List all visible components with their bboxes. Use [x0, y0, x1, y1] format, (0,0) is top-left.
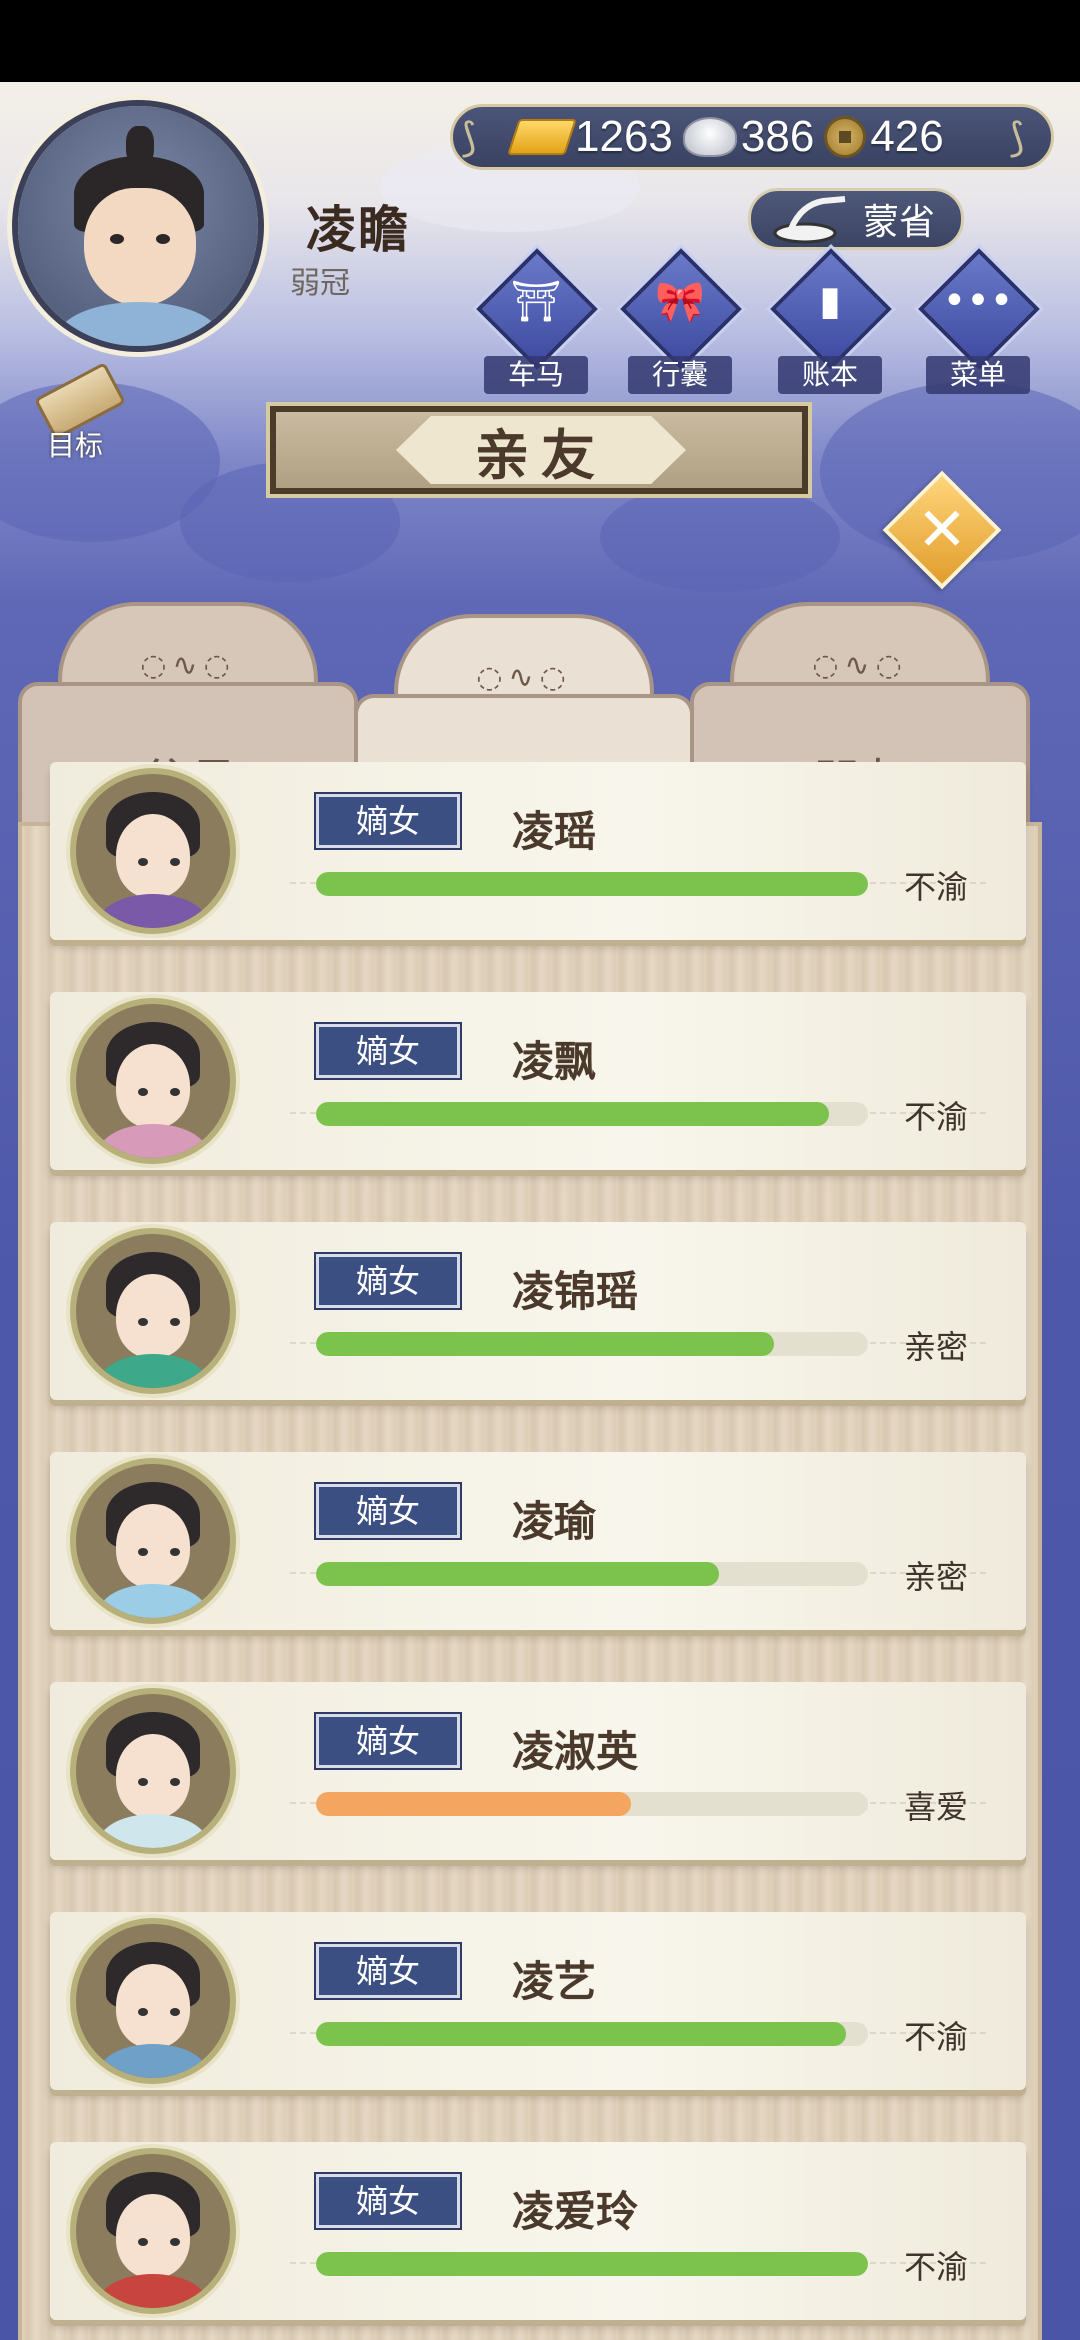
close-icon: ✕: [916, 495, 968, 565]
affection-bar: [316, 872, 868, 896]
game-screen: 凌瞻 弱冠 ⟆ 1263 386 426 ⟆ 蒙省 ⛩ 车马 🎀 行囊 ▮ 账本…: [0, 82, 1080, 2340]
child-name: 凌飘: [512, 1037, 597, 1086]
carriage-label: 车马: [484, 356, 588, 394]
relation-label: 亲密: [904, 1558, 969, 1596]
robe-color: [98, 2274, 208, 2308]
status-badge: 嫡女: [316, 1254, 460, 1308]
cloud-swirl-icon: ◌∿◌: [476, 660, 572, 695]
child-card[interactable]: 嫡女 凌瑜 亲密: [50, 1452, 1026, 1630]
bundle-icon: 🎀: [655, 279, 705, 325]
child-name: 凌瑶: [512, 807, 597, 856]
more-menu-button[interactable]: ••• 菜单: [918, 248, 1040, 402]
child-name: 凌淑英: [512, 1727, 639, 1776]
child-portrait: [70, 1228, 236, 1394]
silver-ingot-icon: [682, 117, 737, 157]
bamboo-icon: ⟆: [1009, 115, 1025, 161]
child-card[interactable]: 嫡女 凌艺 不渝: [50, 1912, 1026, 2090]
relation-label: 不渝: [904, 1098, 969, 1136]
coin-display[interactable]: 426: [824, 112, 944, 162]
robe-color: [98, 1584, 208, 1618]
player-avatar[interactable]: [12, 100, 264, 352]
robe-color: [98, 1124, 208, 1158]
ledger-button[interactable]: ▮ 账本: [770, 248, 892, 402]
child-card[interactable]: 嫡女 凌爱玲 不渝: [50, 2142, 1026, 2320]
child-portrait: [70, 1458, 236, 1624]
relation-label: 喜爱: [904, 1788, 969, 1826]
child-card[interactable]: 嫡女 凌瑶 不渝: [50, 762, 1026, 940]
affection-bar: [316, 1332, 868, 1356]
ledger-icon: ▮: [818, 278, 841, 324]
child-card[interactable]: 嫡女 凌飘 不渝: [50, 992, 1026, 1170]
child-card[interactable]: 嫡女 凌淑英 喜爱: [50, 1682, 1026, 1860]
silver-value: 386: [740, 112, 815, 161]
cloud-decoration: [600, 482, 840, 592]
affection-fill: [316, 2252, 868, 2276]
target-button[interactable]: 目标: [20, 361, 130, 472]
carriage-icon: ⛩: [510, 279, 562, 325]
bamboo-icon: ⟆: [461, 115, 477, 161]
child-name: 凌爱玲: [512, 2187, 639, 2236]
affection-fill: [316, 2022, 846, 2046]
robe-color: [98, 1354, 208, 1388]
affection-bar: [316, 1792, 868, 1816]
target-label: 目标: [46, 429, 103, 462]
carriage-button[interactable]: ⛩ 车马: [476, 248, 598, 402]
ledger-label: 账本: [778, 356, 882, 394]
child-name: 凌锦瑶: [512, 1267, 639, 1316]
child-portrait: [70, 2148, 236, 2314]
robe-color: [98, 2044, 208, 2078]
affection-bar: [316, 1562, 868, 1586]
status-badge: 嫡女: [316, 794, 460, 848]
mengsheng-label: 蒙省: [862, 202, 935, 243]
affection-bar: [316, 1102, 868, 1126]
status-badge: 嫡女: [316, 1714, 460, 1768]
child-name: 凌艺: [512, 1957, 597, 2006]
affection-fill: [316, 1792, 631, 1816]
copper-coin-icon: [824, 116, 867, 158]
page-title: 亲友: [396, 416, 686, 484]
affection-fill: [316, 872, 868, 896]
cloud-swirl-icon: ◌∿◌: [812, 648, 908, 683]
affection-fill: [316, 1562, 719, 1586]
player-title: 弱冠: [290, 266, 350, 301]
relation-label: 不渝: [904, 2248, 969, 2286]
gold-ingot-icon: [507, 119, 577, 155]
child-portrait: [70, 1688, 236, 1854]
affection-fill: [316, 1332, 775, 1356]
bundle-label: 行囊: [628, 356, 732, 394]
affection-bar: [316, 2022, 868, 2046]
status-badge: 嫡女: [316, 1484, 460, 1538]
child-portrait: [70, 768, 236, 934]
player-name: 凌瞻: [306, 201, 410, 259]
silver-display[interactable]: 386: [682, 112, 815, 162]
bundle-button[interactable]: 🎀 行囊: [620, 248, 742, 402]
cloud-swirl-icon: ◌∿◌: [140, 648, 236, 683]
relation-label: 不渝: [904, 868, 969, 906]
status-badge: 嫡女: [316, 2174, 460, 2228]
child-portrait: [70, 1918, 236, 2084]
child-portrait: [70, 998, 236, 1164]
currency-bar: ⟆ 1263 386 426 ⟆: [450, 104, 1054, 170]
more-icon: •••: [942, 278, 1014, 324]
child-name: 凌瑜: [512, 1497, 597, 1546]
title-banner: 亲友: [266, 402, 812, 498]
gold-display[interactable]: 1263: [507, 112, 673, 162]
more-menu-label: 菜单: [926, 356, 1030, 394]
relation-label: 不渝: [904, 2018, 969, 2056]
status-badge: 嫡女: [316, 1024, 460, 1078]
robe-color: [98, 1814, 208, 1848]
affection-bar: [316, 2252, 868, 2276]
status-badge: 嫡女: [316, 1944, 460, 1998]
coin-value: 426: [870, 112, 944, 161]
child-card[interactable]: 嫡女 凌锦瑶 亲密: [50, 1222, 1026, 1400]
inkstone-icon: [773, 196, 846, 244]
relation-label: 亲密: [904, 1328, 969, 1366]
robe-color: [98, 894, 208, 928]
gold-value: 1263: [575, 112, 673, 161]
affection-fill: [316, 1102, 830, 1126]
mengsheng-button[interactable]: 蒙省: [748, 188, 964, 250]
